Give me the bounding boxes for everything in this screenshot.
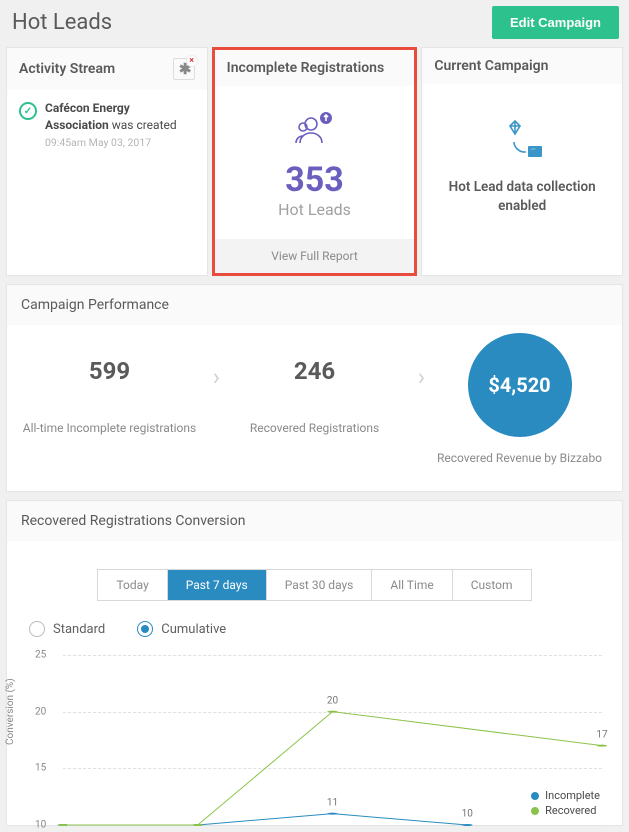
y-tick: 25	[35, 650, 46, 661]
mode-standard[interactable]: Standard	[29, 621, 105, 637]
tab-custom[interactable]: Custom	[453, 570, 531, 600]
mode-cumulative[interactable]: Cumulative	[137, 621, 226, 637]
legend-item: Incomplete	[531, 789, 600, 802]
campaign-performance-title: Campaign Performance	[7, 285, 622, 325]
perf-recovered-label: Recovered Registrations	[212, 421, 417, 435]
perf-recovered-value: 246	[212, 357, 417, 385]
current-campaign-title: Current Campaign	[422, 48, 622, 84]
tab-past-30-days[interactable]: Past 30 days	[267, 570, 373, 600]
incomplete-label: Hot Leads	[215, 200, 415, 219]
incomplete-title: Incomplete Registrations	[215, 50, 415, 86]
diamond-box-icon	[432, 120, 612, 162]
conversion-card: Recovered Registrations Conversion Today…	[6, 500, 623, 826]
conversion-title: Recovered Registrations Conversion	[7, 501, 622, 541]
y-tick: 15	[35, 763, 46, 774]
y-tick: 20	[35, 706, 46, 717]
tab-past-7-days[interactable]: Past 7 days	[168, 570, 267, 600]
radio-icon	[137, 621, 153, 637]
perf-incomplete-label: All-time Incomplete registrations	[7, 421, 212, 435]
activity-stream-title: Activity Stream	[19, 61, 115, 77]
perf-incomplete-value: 599	[7, 357, 212, 385]
page-title: Hot Leads	[12, 10, 112, 35]
radio-icon	[29, 621, 45, 637]
incomplete-registrations-card: Incomplete Registrations 353 Hot Leads V…	[212, 47, 418, 276]
edit-campaign-button[interactable]: Edit Campaign	[492, 6, 619, 39]
activity-timestamp: 09:45am May 03, 2017	[45, 136, 195, 151]
perf-revenue-value: $4,520	[468, 333, 572, 437]
people-upload-icon	[215, 110, 415, 150]
activity-item: Cafécon Energy Association was created 0…	[45, 100, 195, 150]
tab-all-time[interactable]: All Time	[372, 570, 452, 600]
check-icon	[19, 102, 37, 120]
y-tick: 10	[35, 820, 46, 831]
conversion-chart: 1015202511102017	[63, 655, 602, 825]
tab-today[interactable]: Today	[98, 570, 167, 600]
activity-stream-card: Activity Stream ✱× Cafécon Energy Associ…	[6, 47, 208, 276]
incomplete-count: 353	[215, 160, 415, 200]
legend-item: Recovered	[531, 804, 600, 817]
view-full-report-link[interactable]: View Full Report	[215, 239, 415, 273]
perf-revenue-label: Recovered Revenue by Bizzabo	[417, 451, 622, 465]
current-campaign-card: Current Campaign Hot Lead data collectio…	[421, 47, 623, 276]
slack-disconnect-icon[interactable]: ✱×	[173, 58, 195, 80]
campaign-performance-card: Campaign Performance 599 All-time Incomp…	[6, 284, 623, 492]
current-campaign-text: Hot Lead data collection enabled	[432, 178, 612, 216]
y-axis-label: Conversion (%)	[5, 678, 16, 745]
